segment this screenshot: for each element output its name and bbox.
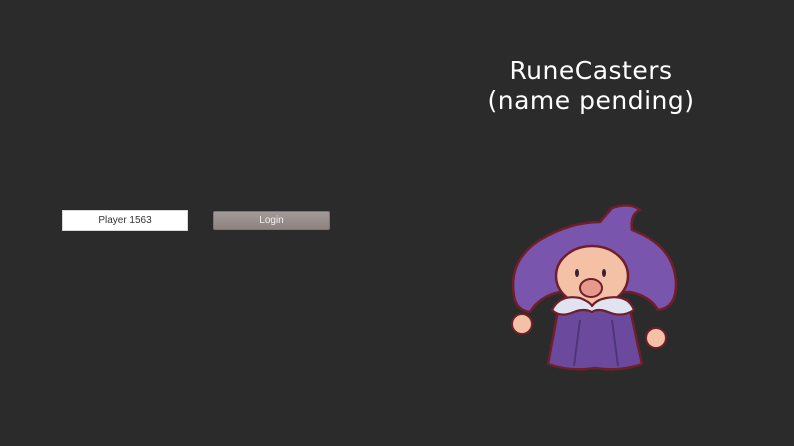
wizard-eye-left (575, 269, 579, 277)
game-title-line1: RuneCasters (509, 56, 673, 85)
game-title-line2: (name pending) (487, 86, 695, 115)
wizard-hand-left (511, 313, 533, 335)
game-title: RuneCasters (name pending) (470, 56, 712, 116)
player-name-input[interactable] (62, 210, 188, 231)
wizard-mascot-icon (511, 204, 678, 371)
login-button[interactable]: Login (213, 211, 330, 230)
game-screen: RuneCasters (name pending) Login (0, 0, 794, 446)
wizard-eye-right (602, 269, 606, 277)
wizard-hand-right (645, 327, 667, 349)
wizard-nose (579, 278, 603, 298)
